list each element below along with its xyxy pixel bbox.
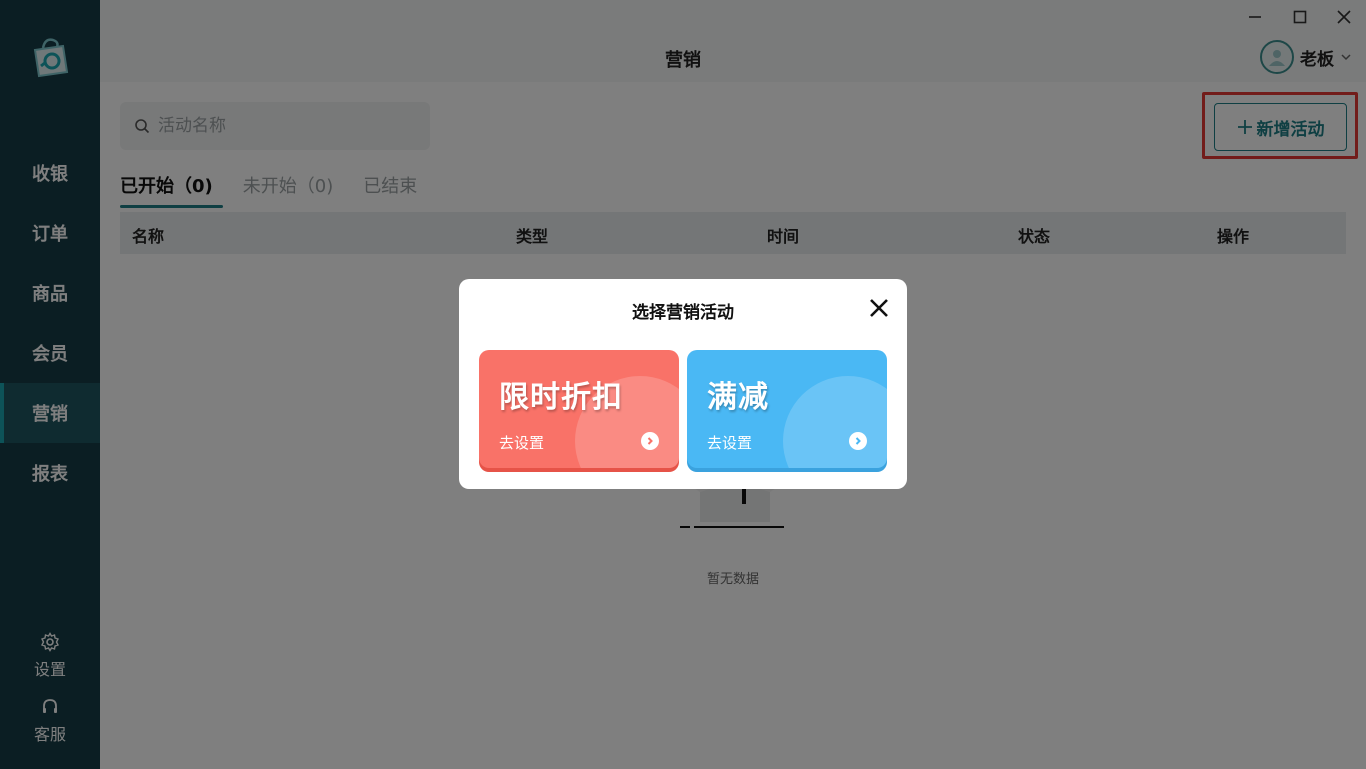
card-action-label: 去设置 — [499, 434, 545, 452]
card-decoration — [783, 376, 887, 468]
select-activity-dialog: 选择营销活动 限时折扣 去设置 满减 去设置 — [459, 279, 907, 489]
card-action-label: 去设置 — [707, 434, 753, 452]
dialog-close-button[interactable] — [867, 296, 891, 320]
card-title: 限时折扣 — [499, 380, 623, 415]
card-title: 满减 — [707, 380, 769, 415]
full-reduction-card[interactable]: 满减 去设置 — [687, 350, 887, 468]
chevron-right-icon — [641, 432, 659, 450]
dialog-title: 选择营销活动 — [632, 303, 734, 323]
close-icon — [870, 299, 888, 317]
chevron-right-icon — [849, 432, 867, 450]
limited-time-discount-card[interactable]: 限时折扣 去设置 — [479, 350, 679, 468]
